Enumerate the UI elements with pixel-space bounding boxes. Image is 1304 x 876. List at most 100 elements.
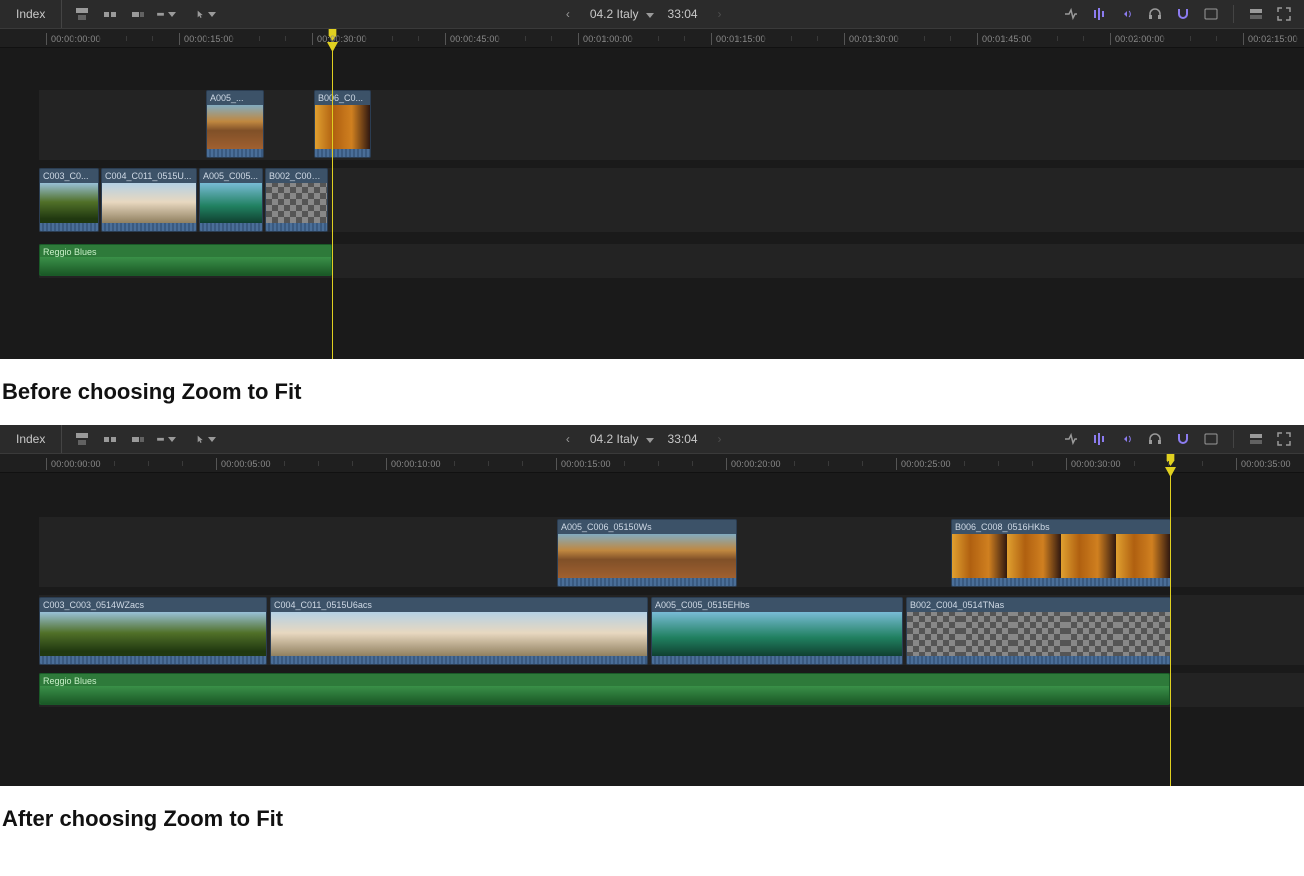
index-button[interactable]: Index (0, 425, 62, 453)
headphones-icon[interactable] (1145, 429, 1165, 449)
video-clip[interactable]: C004_C011_0515U6acs (270, 597, 648, 665)
timeline-toolbar: Index ‹ 04.2 Italy 33:04 › (0, 425, 1304, 454)
caption-before: Before choosing Zoom to Fit (0, 359, 1304, 425)
clip-label: C003_C0... (40, 169, 98, 183)
clip-appearance-icon[interactable] (1246, 429, 1266, 449)
clip-label: B006_C0... (315, 91, 370, 105)
overwrite-clip-icon[interactable] (156, 4, 176, 24)
clip-audio-waveform (207, 149, 263, 157)
connect-clip-icon[interactable] (72, 429, 92, 449)
clip-label: B002_C004_... (266, 169, 327, 183)
clip-audio-waveform (266, 223, 327, 231)
clip-audio-waveform (200, 223, 262, 231)
timeline-tracks-after[interactable]: A005_C006_05150Ws B006_C008_0516HKbs C003… (39, 473, 1304, 786)
video-clip[interactable]: C003_C003_0514WZacs (39, 597, 267, 665)
timeline-ruler-after[interactable]: 00:00:00:0000:00:05:0000:00:10:0000:00:1… (0, 454, 1304, 473)
clip-audio-waveform (315, 149, 370, 157)
video-clip[interactable]: A005_C006_05150Ws (557, 519, 737, 587)
ruler-tick: 00:00:30:00 (1066, 454, 1121, 473)
project-title-dropdown[interactable]: 04.2 Italy (590, 432, 654, 446)
history-back-button[interactable]: ‹ (560, 7, 576, 21)
clip-label: C003_C003_0514WZacs (40, 598, 266, 612)
ruler-tick: 00:00:20:00 (726, 454, 781, 473)
append-clip-icon[interactable] (128, 4, 148, 24)
clip-label: Reggio Blues (40, 674, 1169, 688)
video-clip[interactable]: A005_C005_0515EHbs (651, 597, 903, 665)
history-forward-button[interactable]: › (712, 7, 728, 21)
audio-waveform (40, 257, 331, 275)
audio-clip[interactable]: Reggio Blues (39, 244, 332, 276)
caption-after: After choosing Zoom to Fit (0, 786, 1304, 852)
solo-icon[interactable] (1117, 4, 1137, 24)
overwrite-clip-icon[interactable] (156, 429, 176, 449)
clip-audio-waveform (271, 656, 647, 664)
audio-skimming-icon[interactable] (1089, 4, 1109, 24)
clip-audio-waveform (40, 656, 266, 664)
solo-icon[interactable] (1117, 429, 1137, 449)
display-options-group (1061, 4, 1304, 24)
history-back-button[interactable]: ‹ (560, 432, 576, 446)
select-tool-icon[interactable] (196, 429, 216, 449)
video-clip[interactable]: C004_C011_0515U... (101, 168, 197, 232)
clip-mode-group (62, 4, 186, 24)
snapping-icon[interactable] (1173, 429, 1193, 449)
video-clip[interactable]: B006_C008_0516HKbs (951, 519, 1171, 587)
playhead[interactable] (332, 48, 333, 359)
clip-audio-waveform (907, 656, 1170, 664)
ruler-tick: 00:00:35:00 (1236, 454, 1291, 473)
clip-mode-group (62, 429, 186, 449)
timeline-panel-after: Index ‹ 04.2 Italy 33:04 › (0, 425, 1304, 786)
fullscreen-icon[interactable] (1274, 429, 1294, 449)
timecode-display: 33:04 (668, 432, 698, 446)
audio-skimming-icon[interactable] (1089, 429, 1109, 449)
timeline-title-group: ‹ 04.2 Italy 33:04 › (560, 7, 728, 21)
video-clip[interactable]: A005_... (206, 90, 264, 158)
clip-audio-waveform (652, 656, 902, 664)
fullscreen-icon[interactable] (1274, 4, 1294, 24)
clip-label: Reggio Blues (40, 245, 331, 259)
snapping-icon[interactable] (1173, 4, 1193, 24)
clip-label: A005_C005... (200, 169, 262, 183)
video-scopes-icon[interactable] (1201, 429, 1221, 449)
clip-label: C004_C011_0515U6acs (271, 598, 647, 612)
skimming-icon[interactable] (1061, 429, 1081, 449)
timeline-ruler-before[interactable]: 00:00:00:0000:00:15:0000:00:30:0000:00:4… (0, 29, 1304, 48)
ruler-tick: 00:00:25:00 (896, 454, 951, 473)
video-clip[interactable]: B002_C004_... (265, 168, 328, 232)
select-tool-icon[interactable] (196, 4, 216, 24)
audio-clip[interactable]: Reggio Blues (39, 673, 1170, 705)
display-options-group (1061, 429, 1304, 449)
headphones-icon[interactable] (1145, 4, 1165, 24)
project-title-dropdown[interactable]: 04.2 Italy (590, 7, 654, 21)
video-clip[interactable]: A005_C005... (199, 168, 263, 232)
clip-audio-waveform (952, 578, 1170, 586)
history-forward-button[interactable]: › (712, 432, 728, 446)
playhead[interactable] (1170, 473, 1171, 786)
playhead-marker[interactable] (1165, 454, 1176, 466)
tool-group (186, 4, 226, 24)
clip-label: A005_C006_05150Ws (558, 520, 736, 534)
index-button[interactable]: Index (0, 0, 62, 28)
ruler-tick: 00:00:05:00 (216, 454, 271, 473)
clip-label: A005_C005_0515EHbs (652, 598, 902, 612)
video-scopes-icon[interactable] (1201, 4, 1221, 24)
skimming-icon[interactable] (1061, 4, 1081, 24)
video-clip[interactable]: B002_C004_0514TNas (906, 597, 1171, 665)
ruler-tick: 00:00:15:00 (556, 454, 611, 473)
clip-label: B002_C004_0514TNas (907, 598, 1170, 612)
append-clip-icon[interactable] (128, 429, 148, 449)
clip-appearance-icon[interactable] (1246, 4, 1266, 24)
clip-label: C004_C011_0515U... (102, 169, 196, 183)
timecode-display: 33:04 (668, 7, 698, 21)
timeline-panel-before: Index ‹ 04.2 Italy 33:04 › (0, 0, 1304, 359)
video-clip[interactable]: B006_C0... (314, 90, 371, 158)
insert-clip-icon[interactable] (100, 4, 120, 24)
connect-clip-icon[interactable] (72, 4, 92, 24)
clip-audio-waveform (40, 223, 98, 231)
timeline-tracks-before[interactable]: A005_... B006_C0... C003_C0... C004_C011_0… (39, 48, 1304, 359)
timeline-toolbar: Index ‹ 04.2 Italy 33:04 › (0, 0, 1304, 29)
video-clip[interactable]: C003_C0... (39, 168, 99, 232)
insert-clip-icon[interactable] (100, 429, 120, 449)
ruler-tick: 00:00:10:00 (386, 454, 441, 473)
clip-audio-waveform (558, 578, 736, 586)
